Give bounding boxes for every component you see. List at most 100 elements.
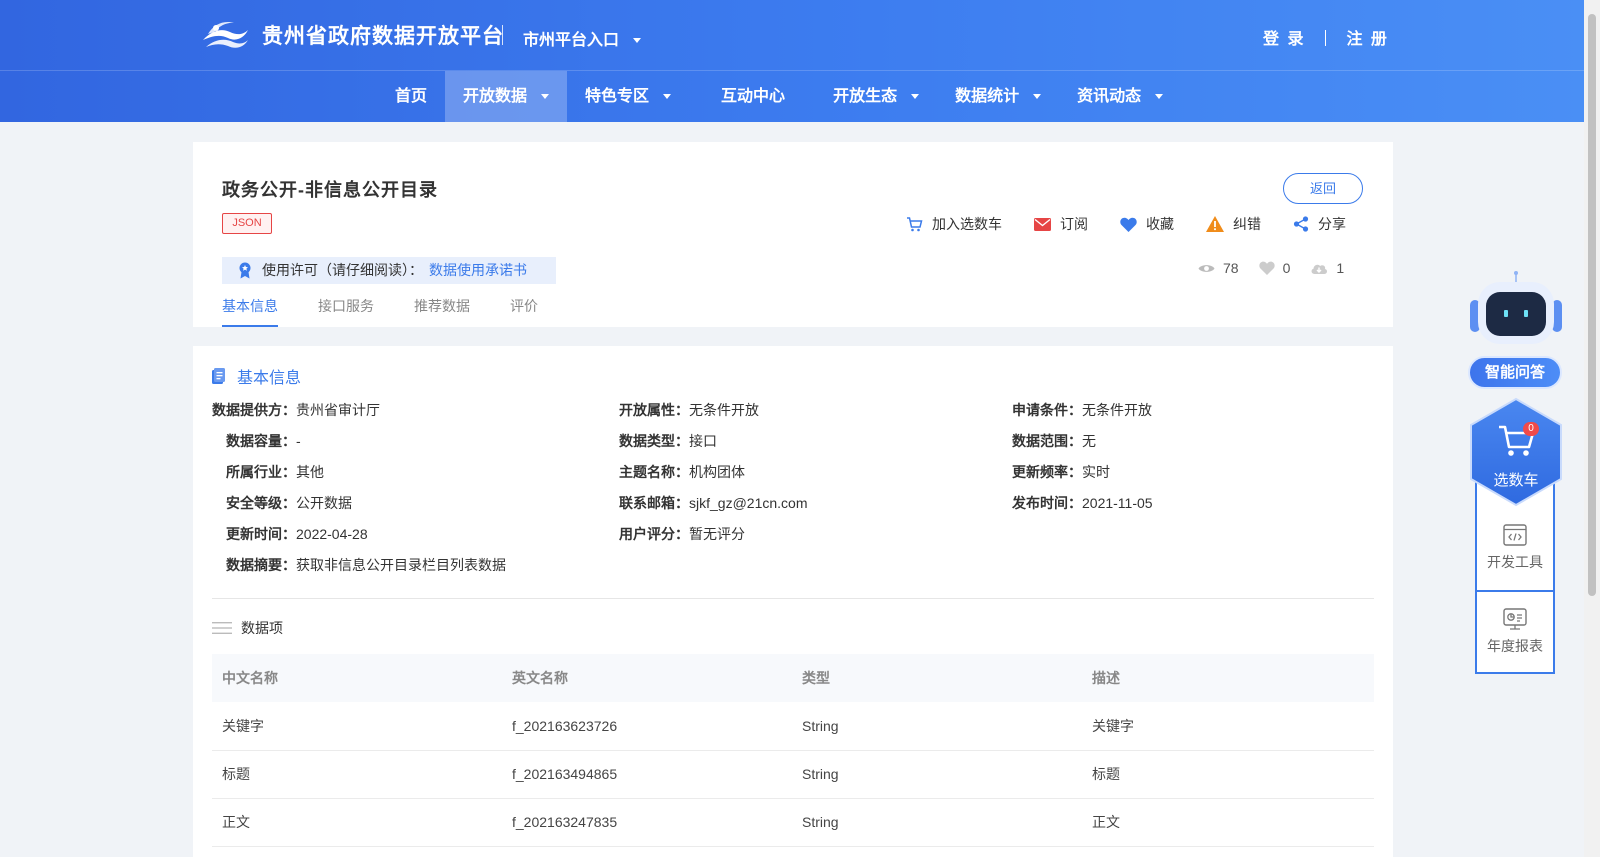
scroll-thumb[interactable] <box>1588 14 1596 596</box>
nav-item-ecosystem[interactable]: 开放生态 <box>815 71 937 122</box>
dataset-actions: 加入选数车 订阅 收藏 纠错 分享 <box>906 214 1346 234</box>
dev-tools-button[interactable]: 开发工具 <box>1477 524 1553 572</box>
mail-icon <box>1034 217 1051 231</box>
report-error-button[interactable]: 纠错 <box>1206 214 1261 234</box>
table-cell: String <box>792 702 1082 751</box>
eye-icon <box>1198 264 1215 272</box>
info-summary: 数据摘要：获取非信息公开目录栏目列表数据 <box>226 557 506 573</box>
table-cell: String <box>792 798 1082 847</box>
site-logo-icon[interactable] <box>200 16 250 52</box>
nav-item-open-data[interactable]: 开放数据 <box>445 71 568 122</box>
info-industry: 所属行业：其他 <box>226 464 324 480</box>
nav-item-interaction[interactable]: 互动中心 <box>689 71 815 122</box>
heart-icon <box>1258 261 1275 275</box>
dataset-stats: 78 0 1 <box>1198 260 1364 276</box>
back-button[interactable]: 返回 <box>1283 173 1363 204</box>
table-row: 标题 f_202163494865 String 标题 <box>212 750 1374 799</box>
license-bar: 使用许可（请仔细阅读）： 数据使用承诺书 <box>222 257 556 284</box>
table-cell: f_202163623726 <box>502 702 792 751</box>
info-apply-cond: 申请条件：无条件开放 <box>1012 402 1152 418</box>
annual-report-button[interactable]: 年度报表 <box>1477 608 1553 656</box>
cart-count-badge: 0 <box>1523 422 1539 436</box>
column-header: 描述 <box>1082 654 1374 702</box>
city-platform-label: 市州平台入口 <box>523 32 620 49</box>
column-header: 中文名称 <box>212 654 502 702</box>
code-icon <box>1503 524 1527 546</box>
info-frequency: 更新频率：实时 <box>1012 464 1110 480</box>
dataset-title: 政务公开-非信息公开目录 <box>222 180 438 200</box>
caret-down-icon <box>663 94 672 100</box>
cart-icon <box>907 217 923 232</box>
license-link[interactable]: 数据使用承诺书 <box>429 257 527 284</box>
document-icon <box>212 368 225 384</box>
auth-separator <box>1325 30 1327 46</box>
downloads-stat: 1 <box>1310 260 1344 276</box>
title-separator <box>502 25 503 45</box>
tools-separator <box>1477 590 1553 592</box>
info-update-time: 更新时间：2022-04-28 <box>226 526 368 542</box>
auth-links: 登 录注 册 <box>1263 25 1389 49</box>
info-rating: 用户评分：暂无评分 <box>619 526 745 542</box>
register-link[interactable]: 注 册 <box>1346 31 1388 48</box>
favorite-button[interactable]: 收藏 <box>1120 214 1174 234</box>
login-link[interactable]: 登 录 <box>1263 31 1305 48</box>
badge-icon <box>239 262 251 279</box>
caret-down-icon <box>633 38 642 44</box>
column-header: 英文名称 <box>502 654 792 702</box>
basic-info-panel: 基本信息 数据提供方：贵州省审计厅 开放属性：无条件开放 申请条件：无条件开放 … <box>193 346 1393 857</box>
tab-basic-info[interactable]: 基本信息 <box>222 296 278 327</box>
smart-qa-button[interactable]: 智能问答 <box>1468 356 1562 389</box>
table-row: 关键字 f_202163623726 String 关键字 <box>212 702 1374 751</box>
section-divider <box>212 598 1374 599</box>
info-provider: 数据提供方：贵州省审计厅 <box>212 402 380 418</box>
table-cell: 关键字 <box>212 702 502 751</box>
nav-item-news[interactable]: 资讯动态 <box>1059 71 1181 122</box>
caret-down-icon <box>911 94 920 100</box>
city-platform-dropdown[interactable]: 市州平台入口 <box>523 26 642 50</box>
caret-down-icon <box>1155 94 1164 100</box>
share-icon <box>1293 216 1309 232</box>
site-header: 贵州省政府数据开放平台 市州平台入口 登 录 注 册 首页 开放数据 特色专区 互… <box>0 0 1584 122</box>
info-email: 联系邮箱：sjkf_gz@21cn.com <box>619 495 808 511</box>
robot-assistant-icon[interactable] <box>1468 270 1564 350</box>
cart-label[interactable]: 选数车 <box>1468 469 1564 490</box>
subscribe-button[interactable]: 订阅 <box>1034 214 1088 234</box>
tab-reviews[interactable]: 评价 <box>510 296 538 327</box>
table-cell: 正文 <box>1082 798 1374 847</box>
main-nav: 首页 开放数据 特色专区 互动中心 开放生态 数据统计 资讯动态 <box>377 71 1181 122</box>
nav-item-statistics[interactable]: 数据统计 <box>937 71 1059 122</box>
cart-widget[interactable] <box>1468 397 1564 507</box>
caret-down-icon <box>541 94 550 100</box>
heart-icon <box>1120 217 1137 232</box>
basic-info-heading: 基本信息 <box>212 364 301 388</box>
table-cell: String <box>792 750 1082 799</box>
table-header-row: 中文名称 英文名称 类型 描述 <box>212 654 1374 702</box>
likes-stat: 0 <box>1258 260 1290 276</box>
nav-item-special-zone[interactable]: 特色专区 <box>567 71 689 122</box>
info-security: 安全等级：公开数据 <box>226 495 352 511</box>
report-icon <box>1503 608 1527 630</box>
tab-recommended[interactable]: 推荐数据 <box>414 296 470 327</box>
table-cell: 关键字 <box>1082 702 1374 751</box>
info-open-attr: 开放属性：无条件开放 <box>619 402 759 418</box>
license-label: 使用许可（请仔细阅读）： <box>262 262 423 278</box>
info-capacity: 数据容量：- <box>226 433 301 449</box>
tab-api-service[interactable]: 接口服务 <box>318 296 374 327</box>
share-button[interactable]: 分享 <box>1293 214 1346 234</box>
list-icon <box>212 622 232 634</box>
warning-icon <box>1206 216 1224 232</box>
page-scrollbar[interactable] <box>1584 0 1600 857</box>
detail-tabs: 基本信息 接口服务 推荐数据 评价 <box>222 296 578 327</box>
table-cell: 标题 <box>212 750 502 799</box>
info-publish-time: 发布时间：2021-11-05 <box>1012 495 1153 511</box>
views-stat: 78 <box>1198 260 1239 276</box>
data-items-table: 中文名称 英文名称 类型 描述 关键字 f_202163623726 Strin… <box>212 654 1374 847</box>
info-scope: 数据范围：无 <box>1012 433 1096 449</box>
info-topic: 主题名称：机构团体 <box>619 464 745 480</box>
table-cell: 正文 <box>212 798 502 847</box>
add-to-cart-button[interactable]: 加入选数车 <box>906 214 1002 234</box>
nav-item-home[interactable]: 首页 <box>377 71 445 122</box>
site-title[interactable]: 贵州省政府数据开放平台 <box>262 20 504 50</box>
table-cell: f_202163494865 <box>502 750 792 799</box>
info-data-type: 数据类型：接口 <box>619 433 717 449</box>
